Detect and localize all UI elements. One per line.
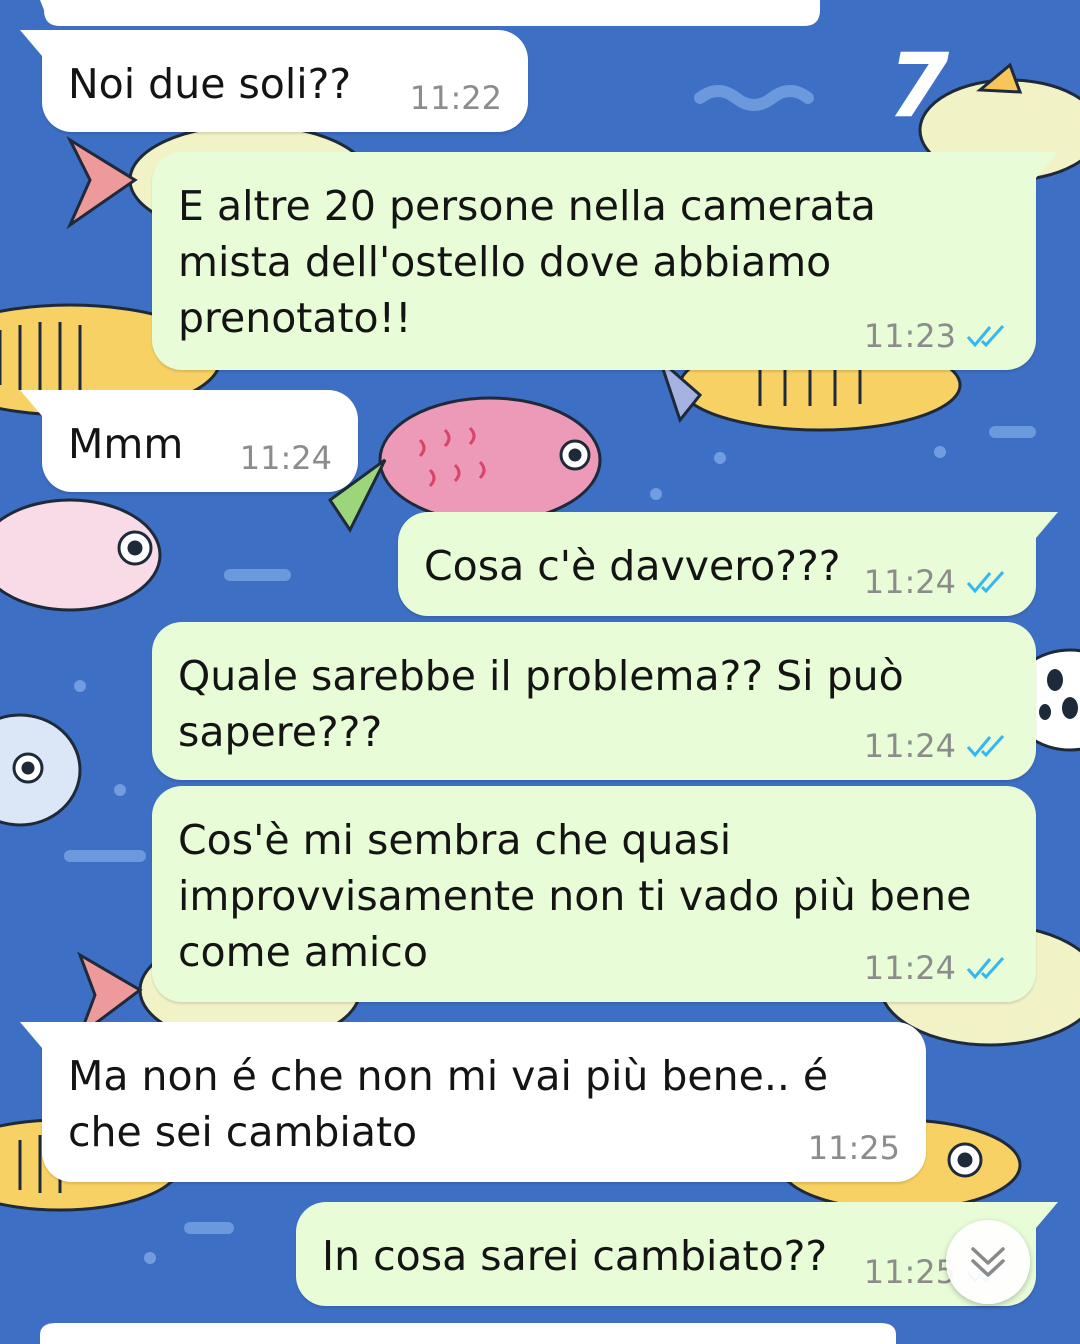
message-incoming[interactable]: Noi due soli?? 11:22 [20,30,528,132]
message-text: Noi due soli?? [68,60,352,108]
message-time: 11:24 [863,563,956,601]
message-text: Quale sarebbe il problema?? Si può saper… [178,652,904,756]
double-chevron-down-icon [971,1247,1005,1277]
scroll-to-bottom-button[interactable] [946,1220,1030,1304]
message-text: Cosa c'è davvero??? [424,542,841,590]
message-text: Cos'è mi sembra che quasi improvvisament… [178,816,972,976]
message-meta: 11:24 [864,948,1010,988]
message-time: 11:24 [863,949,956,987]
double-check-icon [966,734,1005,758]
message-text: Ma non é che non mi vai più bene.. é che… [68,1052,829,1156]
message-outgoing[interactable]: E altre 20 persone nella camerata mista … [152,152,1058,370]
message-text: Mmm [68,420,184,468]
message-meta: 11:24 [864,726,1010,766]
message-meta: 11:24 [864,562,1010,602]
message-outgoing[interactable]: In cosa sarei cambiato?? 11:25 [296,1202,1058,1306]
message-meta: 11:24 [240,438,332,478]
message-time: 11:24 [239,439,332,477]
message-time: 11:25 [807,1129,900,1167]
message-time: 11:23 [863,317,956,355]
message-time: 11:25 [863,1253,956,1291]
double-check-icon [966,570,1005,594]
message-outgoing[interactable]: Cosa c'è davvero??? 11:24 [398,512,1058,616]
message-meta: 11:25 [808,1128,900,1168]
handwritten-annotation: 7 [888,38,950,128]
message-text: In cosa sarei cambiato?? [322,1232,828,1280]
message-meta: 11:23 [864,316,1010,356]
double-check-icon [966,324,1005,348]
message-incoming[interactable]: Mmm 11:24 [20,390,358,492]
message-outgoing[interactable]: Cos'è mi sembra che quasi improvvisament… [152,786,1036,1002]
message-text: E altre 20 persone nella camerata mista … [178,182,876,342]
annotation-text: 7 [888,38,950,128]
double-check-icon [966,956,1005,980]
message-meta: 11:22 [410,78,502,118]
message-outgoing[interactable]: Quale sarebbe il problema?? Si può saper… [152,622,1036,780]
message-time: 11:22 [409,79,502,117]
message-incoming[interactable]: Ma non é che non mi vai più bene.. é che… [20,1022,926,1182]
message-time: 11:24 [863,727,956,765]
